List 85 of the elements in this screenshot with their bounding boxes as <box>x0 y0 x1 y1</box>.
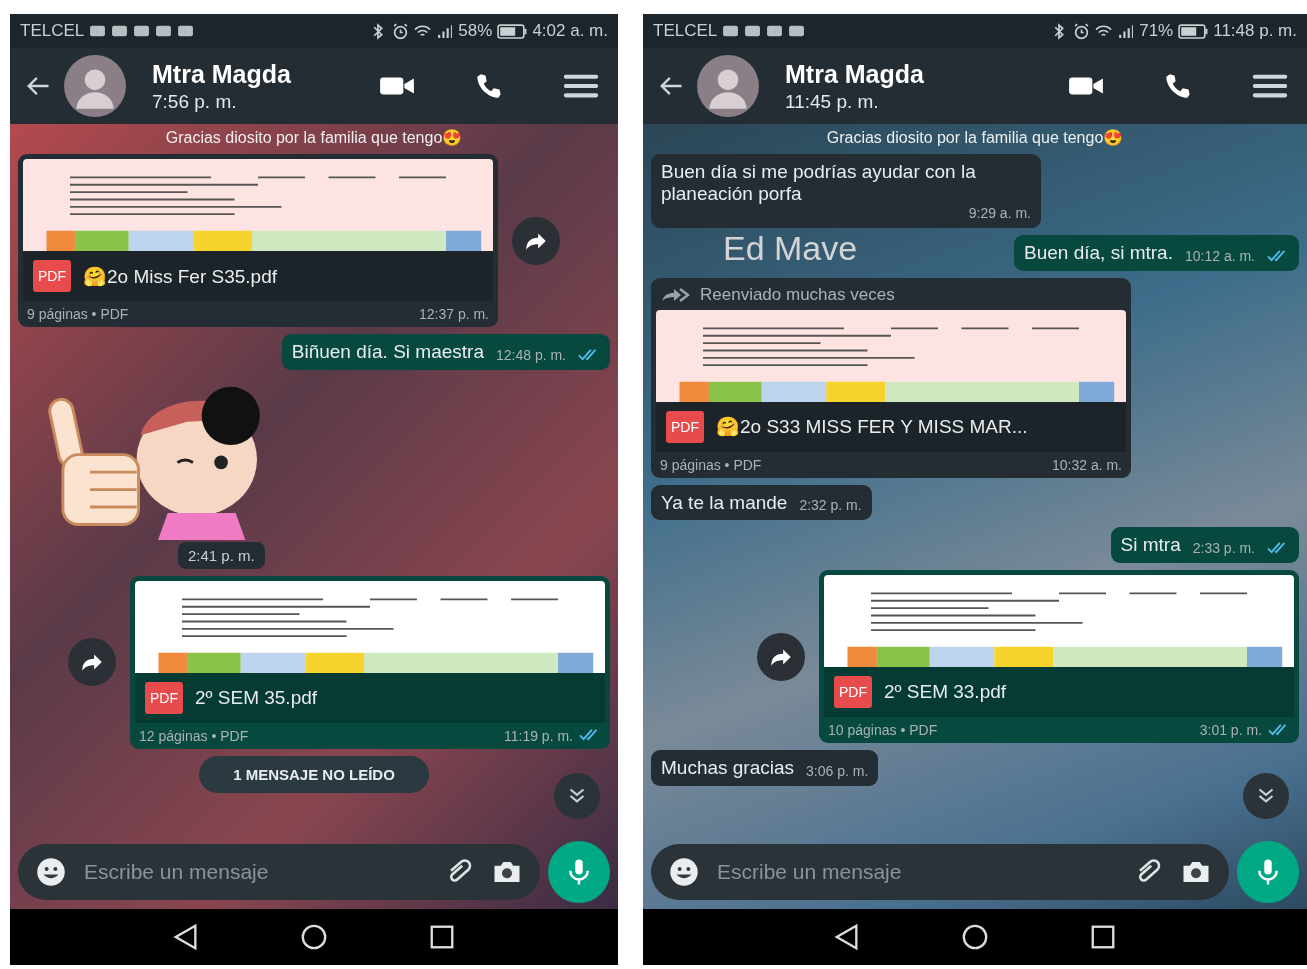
scroll-down-button[interactable] <box>554 773 600 819</box>
file-name: 🤗2o Miss Fer S35.pdf <box>83 264 278 288</box>
forward-button[interactable] <box>68 638 116 687</box>
message-time: 3:01 p. m. <box>1199 722 1262 739</box>
recents-nav-icon[interactable] <box>1089 923 1117 951</box>
last-seen-time: 7:56 p. m. <box>152 90 238 113</box>
last-seen-time: 11:45 p. m. <box>785 90 880 113</box>
message-text: Buen día si me podrías ayudar con la planeación porfa <box>661 161 977 205</box>
carrier-name: TELCEL <box>653 21 718 41</box>
contact-name[interactable]: Mtra Magda <box>785 59 1013 89</box>
notification-icon <box>744 24 762 38</box>
message-time: 2:33 p. m. <box>1192 540 1255 557</box>
clock-time: 11:48 p. m. <box>1213 21 1297 41</box>
menu-icon[interactable] <box>1251 72 1289 100</box>
home-nav-icon[interactable] <box>961 923 989 951</box>
message-time: 2:41 p. m. <box>178 541 265 569</box>
battery-icon <box>1178 23 1209 39</box>
home-nav-icon[interactable] <box>300 923 328 951</box>
forwarded-label: Reenviado muchas veces <box>700 284 895 305</box>
message-text: Muchas gracias <box>661 757 795 780</box>
file-info: 10 páginas • PDF <box>828 722 938 739</box>
file-info: 9 páginas • PDF <box>27 306 129 322</box>
avatar[interactable] <box>64 55 126 117</box>
document-message[interactable]: PDF 🤗2o Miss Fer S35.pdf 9 páginas • PDF 12:37 p. m. <box>18 154 498 327</box>
message-time: 2:32 p. m. <box>799 497 862 514</box>
message-time: 12:37 p. m. <box>418 306 489 322</box>
document-message[interactable]: Reenviado muchas veces PDF 🤗2o S33 MISS FER Y MISS MAR... 9 páginas • PDF 10:32 a. m. <box>651 277 1131 478</box>
carrier-name: TELCEL <box>20 21 85 41</box>
message-input-bar[interactable]: Escribe un mensaje <box>18 844 540 900</box>
file-info: 9 páginas • PDF <box>660 456 762 473</box>
message-time: 10:12 a. m. <box>1184 247 1255 264</box>
wallpaper-caption: Gracias diosito por la familia que tengo😍 <box>165 128 463 147</box>
message-input-bar[interactable]: Escribe un mensaje <box>651 844 1229 900</box>
avatar[interactable] <box>697 55 759 117</box>
wallpaper-text: Ed Mave <box>723 230 858 268</box>
back-nav-icon[interactable] <box>172 923 200 951</box>
back-nav-icon[interactable] <box>833 923 861 951</box>
notification-icon <box>177 24 195 38</box>
wallpaper-caption: Gracias diosito por la familia que tengo😍 <box>826 128 1124 147</box>
message-time: 3:06 p. m. <box>806 763 869 780</box>
file-name: 2º SEM 33.pdf <box>884 681 1007 704</box>
file-name: 🤗2o S33 MISS FER Y MISS MAR... <box>716 415 1028 439</box>
document-message[interactable]: PDF 2º SEM 33.pdf 10 páginas • PDF 3:01 p. m. <box>819 570 1299 744</box>
document-message[interactable]: PDF 2º SEM 35.pdf 12 páginas • PDF 11:19 p. m. <box>130 575 610 749</box>
message-text: Buen día, si mtra. <box>1024 241 1173 264</box>
message-text: Si mtra <box>1120 534 1181 557</box>
battery-percent: 58% <box>458 21 493 41</box>
unread-messages-banner: 1 MENSAJE NO LEÍDO <box>199 755 429 793</box>
file-info: 12 páginas • PDF <box>139 727 249 744</box>
pdf-file-icon: PDF <box>834 676 872 709</box>
notification-icon <box>133 24 151 38</box>
message-time: 12:48 p. m. <box>495 346 566 363</box>
message-time: 11:19 p. m. <box>504 727 573 744</box>
message-time: 10:32 a. m. <box>1051 456 1122 473</box>
notification-icon <box>722 24 740 38</box>
signal-icon <box>1117 22 1135 40</box>
battery-percent: 71% <box>1139 21 1174 41</box>
forwarded-icon <box>660 286 690 303</box>
alarm-icon <box>392 22 410 40</box>
alarm-icon <box>1073 22 1091 40</box>
message-field[interactable]: Escribe un mensaje <box>715 859 1119 885</box>
signal-icon <box>436 22 454 40</box>
pdf-file-icon: PDF <box>666 410 704 443</box>
recents-nav-icon[interactable] <box>428 923 456 951</box>
notification-icon <box>766 24 784 38</box>
message-time: 9:29 a. m. <box>968 204 1031 221</box>
forward-button[interactable] <box>512 216 560 265</box>
menu-icon[interactable] <box>562 72 600 100</box>
file-name: 2º SEM 35.pdf <box>195 686 318 709</box>
message-field[interactable]: Escribe un mensaje <box>82 859 430 885</box>
forward-button[interactable] <box>757 632 805 681</box>
pdf-file-icon: PDF <box>33 260 71 292</box>
message-text: Biñuen día. Si maestra <box>291 341 484 363</box>
scroll-down-button[interactable] <box>1243 773 1289 819</box>
contact-name[interactable]: Mtra Magda <box>152 59 324 89</box>
emoji-icon[interactable] <box>669 857 699 887</box>
battery-icon <box>497 23 528 39</box>
message-text: Ya te la mande <box>661 491 788 514</box>
notification-icon <box>111 24 129 38</box>
notification-icon <box>89 24 107 38</box>
pdf-file-icon: PDF <box>145 681 183 714</box>
notification-icon <box>155 24 173 38</box>
clock-time: 4:02 a. m. <box>532 21 608 41</box>
emoji-icon[interactable] <box>36 857 66 887</box>
notification-icon <box>788 24 806 38</box>
